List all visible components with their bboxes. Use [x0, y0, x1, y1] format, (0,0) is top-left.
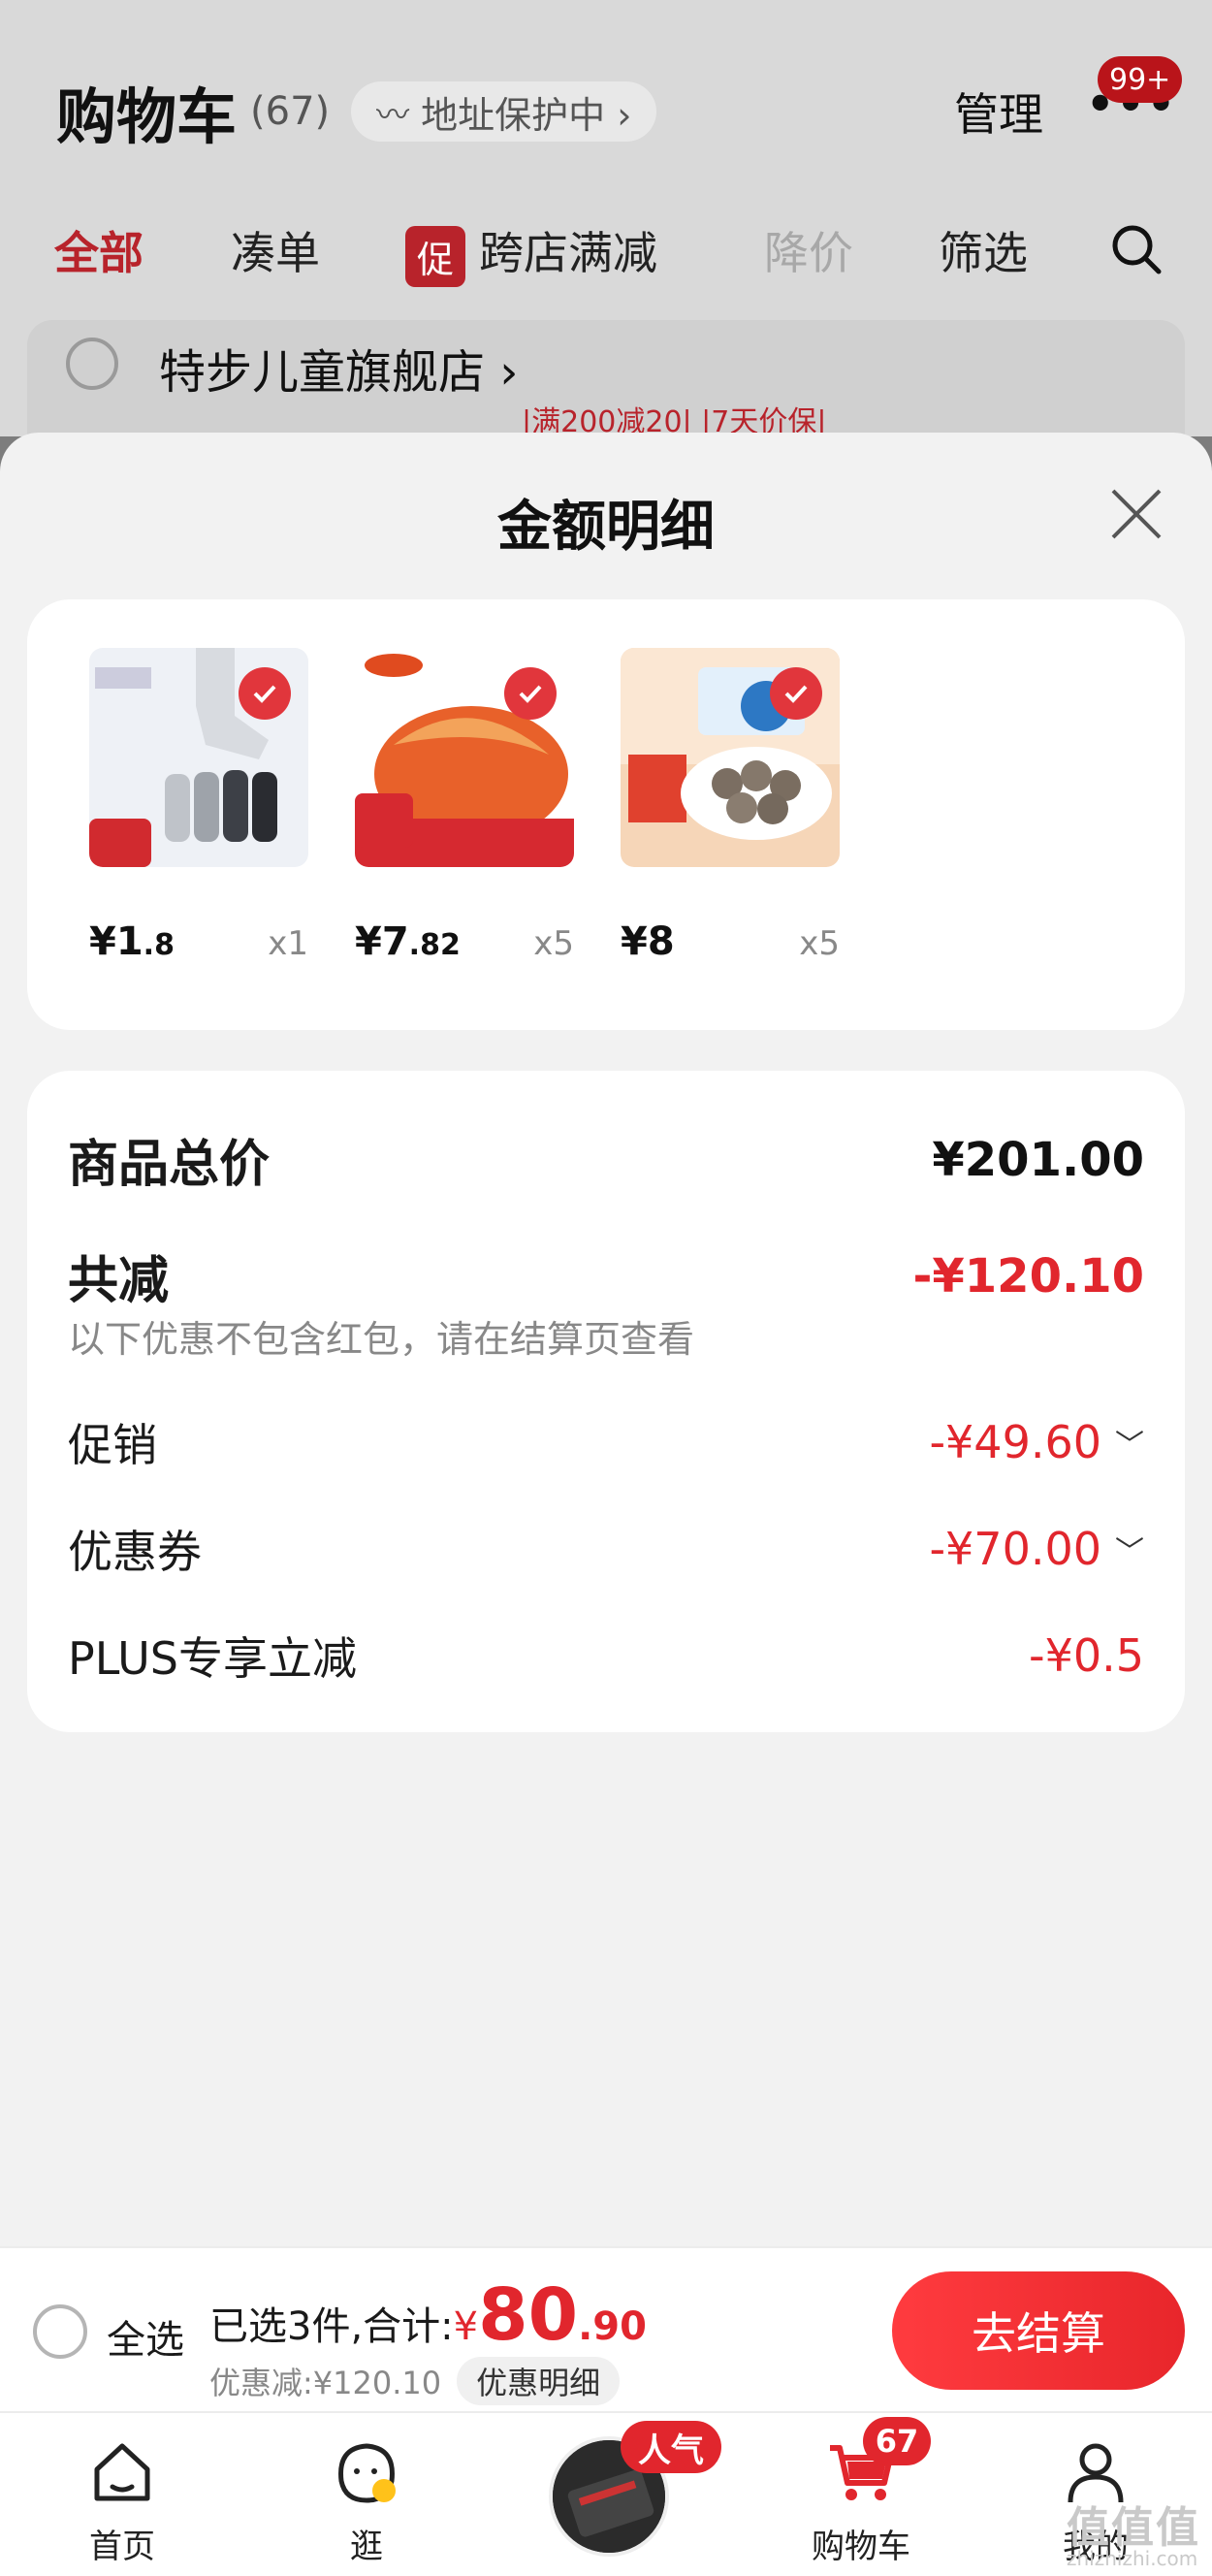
tab-filter[interactable]: 筛选 — [939, 218, 1028, 282]
total-summary: 已选3件,合计: ¥ 80 .90 — [209, 2273, 647, 2357]
product-item[interactable]: ¥8 x5 — [621, 648, 840, 964]
checkout-bar: 全选 已选3件,合计: ¥ 80 .90 优惠减:¥120.10 优惠明细 去结… — [0, 2246, 1212, 2411]
total-row: 商品总价 ¥201.00 — [68, 1123, 1144, 1196]
tab-price-drop[interactable]: 降价 — [764, 218, 853, 282]
discount-value: -¥120.10 — [912, 1248, 1144, 1304]
close-icon[interactable] — [1107, 485, 1165, 543]
tab-home[interactable]: 首页 — [45, 2432, 200, 2567]
discount-note: 以下优惠不包含红包，请在结算页查看 — [68, 1318, 695, 1361]
tab-cross-store-label: 跨店满减 — [479, 227, 658, 279]
watermark: 值值值 — [1067, 2503, 1200, 2553]
browse-icon — [338, 2443, 396, 2503]
select-all-label[interactable]: 全选 — [107, 2308, 184, 2365]
products-card: ¥1.8 x1 ¥7.82 x5 ¥8 x5 — [27, 599, 1185, 1030]
background-cart-page: 购物车 (67) 〰 地址保护中 › 管理 ••• 99+ 全部 凑单 促跨店满… — [0, 0, 1212, 475]
product-qty: x1 — [268, 924, 308, 963]
promo-tag: 促 — [405, 226, 466, 287]
search-icon[interactable] — [1110, 223, 1163, 275]
plus-value: -¥0.5 — [1028, 1629, 1144, 1682]
product-item[interactable]: ¥1.8 x1 — [89, 648, 308, 964]
chevron-down-icon: ﹀ — [1115, 1535, 1144, 1569]
price-int: ¥8 — [621, 919, 675, 964]
tab-all[interactable]: 全部 — [54, 218, 144, 282]
promo-row[interactable]: 促销 -¥49.60 ﹀ — [68, 1410, 1144, 1474]
total-dec: .90 — [578, 2304, 647, 2349]
total-value: ¥201.00 — [932, 1132, 1144, 1187]
product-qty: x5 — [533, 924, 574, 963]
discount-label: 共减 — [68, 1252, 170, 1310]
sheet-title: 金额明细 — [497, 496, 715, 559]
filter-tabs: 全部 凑单 促跨店满减 降价 筛选 — [0, 218, 1212, 287]
total-label: 商品总价 — [68, 1136, 271, 1194]
chevron-down-icon: ﹀ — [1115, 1429, 1144, 1463]
plus-row: PLUS专享立减 -¥0.5 — [68, 1624, 1144, 1688]
manage-button[interactable]: 管理 — [954, 80, 1043, 144]
product-thumbnail — [355, 648, 574, 867]
tab-cross-store[interactable]: 促跨店满减 — [405, 218, 657, 287]
product-thumbnail — [89, 648, 308, 867]
price-dec: .82 — [408, 928, 461, 962]
promo-value: -¥49.60 — [929, 1416, 1101, 1468]
tab-home-label: 首页 — [89, 2528, 155, 2566]
home-icon — [94, 2443, 150, 2501]
watermark-url: zhizhizhi.com — [1067, 2547, 1198, 2570]
plus-label: PLUS专享立减 — [68, 1632, 357, 1685]
tab-add-on[interactable]: 凑单 — [231, 218, 320, 282]
price-int: ¥1 — [89, 919, 144, 964]
checkmark-icon — [770, 667, 822, 720]
price-dec: .8 — [143, 928, 175, 962]
checkmark-icon — [239, 667, 291, 720]
selected-text: 已选3件,合计: — [209, 2304, 454, 2349]
tab-browse-label: 逛 — [350, 2528, 383, 2566]
checkmark-icon — [504, 667, 557, 720]
store-select-radio[interactable] — [66, 338, 118, 390]
coupon-value: -¥70.00 — [929, 1523, 1101, 1575]
product-qty: x5 — [799, 924, 840, 963]
product-price: ¥1.8 — [89, 919, 175, 964]
coupon-label: 优惠券 — [68, 1526, 202, 1578]
product-item[interactable]: ¥7.82 x5 — [355, 648, 574, 964]
promo-label: 促销 — [68, 1419, 157, 1471]
discount-row: 共减 -¥120.10 — [68, 1240, 1144, 1312]
tab-browse[interactable]: 逛 — [289, 2432, 444, 2567]
address-pill-label: 地址保护中 › — [421, 93, 632, 137]
product-thumbnail — [621, 648, 840, 867]
product-price: ¥8 — [621, 919, 675, 964]
page-title: 购物车 — [56, 81, 238, 152]
product-price: ¥7.82 — [355, 919, 461, 964]
summary-card: 商品总价 ¥201.00 共减 -¥120.10 以下优惠不包含红包，请在结算页… — [27, 1071, 1185, 1732]
cart-count-badge: 67 — [863, 2417, 931, 2465]
total-int: 80 — [478, 2273, 579, 2357]
discount-summary: 优惠减:¥120.10 优惠明细 — [209, 2357, 621, 2405]
price-int: ¥7 — [355, 919, 409, 964]
cart-header: 购物车 (67) 〰 地址保护中 › — [56, 68, 657, 155]
shield-icon: 〰 — [376, 95, 410, 135]
currency-symbol: ¥ — [453, 2304, 479, 2349]
cart-count: (67) — [250, 89, 331, 134]
hot-badge: 人气 — [621, 2421, 721, 2473]
store-name[interactable]: 特步儿童旗舰店 › — [159, 334, 518, 402]
address-protection-pill[interactable]: 〰 地址保护中 › — [351, 81, 657, 142]
tab-cart-label: 购物车 — [812, 2528, 910, 2566]
select-all-radio[interactable] — [33, 2304, 87, 2359]
checkout-button[interactable]: 去结算 — [892, 2271, 1185, 2390]
discount-text: 优惠减:¥120.10 — [209, 2365, 442, 2401]
message-badge: 99+ — [1098, 56, 1183, 103]
coupon-row[interactable]: 优惠券 -¥70.00 ﹀ — [68, 1517, 1144, 1581]
discount-detail-button[interactable]: 优惠明细 — [457, 2357, 621, 2405]
